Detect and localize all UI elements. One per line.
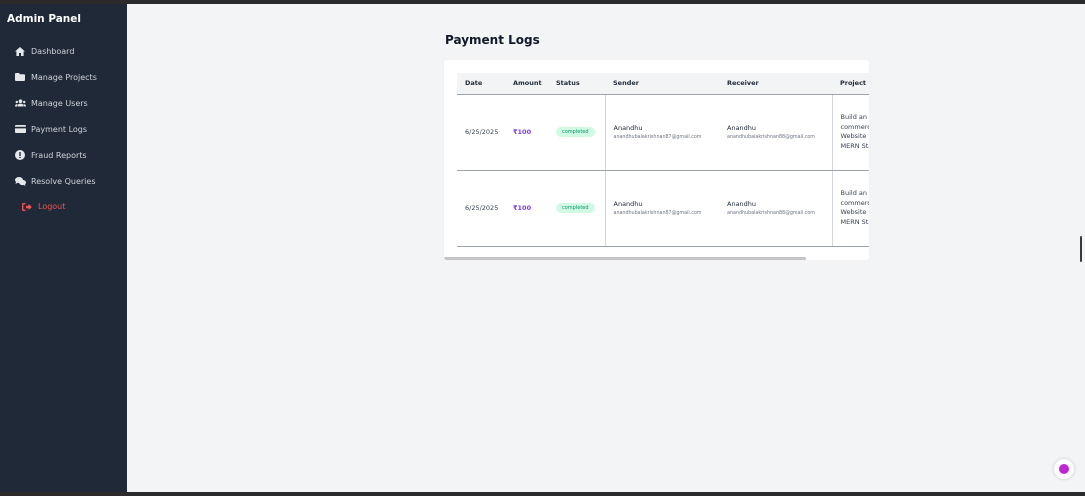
floating-assistant-button[interactable] <box>1054 459 1074 479</box>
logout-icon <box>22 202 32 211</box>
status-badge: completed <box>556 127 595 137</box>
sidebar-item-label: Dashboard <box>31 46 75 56</box>
logout-button[interactable]: Logout <box>22 202 65 211</box>
status-cell: completed <box>548 94 606 171</box>
receiver-name: Anandhu <box>727 124 757 132</box>
project-cell: Build an E commerce Website with MERN St… <box>832 94 870 171</box>
column-header-receiver[interactable]: Receiver <box>719 73 832 95</box>
credit-card-icon <box>14 124 26 134</box>
sidebar-item-label: Payment Logs <box>31 124 88 134</box>
sidebar: Admin Panel Dashboard Manage Projects Ma… <box>0 4 127 492</box>
sidebar-item-resolve-queries[interactable]: Resolve Queries <box>0 168 127 194</box>
receiver-email: anandhubalakrishnan88@gmail.com <box>727 135 815 140</box>
column-header-date[interactable]: Date <box>457 73 505 95</box>
receiver-name: Anandhu <box>727 200 757 208</box>
project-cell: Build an E commerce Website with MERN St… <box>832 170 870 247</box>
payment-logs-table: Date Amount Status Sender Receiver Proje… <box>457 73 869 247</box>
status-cell: completed <box>548 170 606 247</box>
sender-cell: Anandhu anandhubalakrishnan87@gmail.com <box>605 170 719 247</box>
project-name: Build an E commerce Website with MERN St… <box>840 189 870 226</box>
project-name: Build an E commerce Website with MERN St… <box>840 113 870 150</box>
sidebar-item-label: Manage Users <box>31 98 88 108</box>
horizontal-scrollbar[interactable] <box>444 257 806 260</box>
sidebar-item-label: Manage Projects <box>31 72 97 82</box>
folder-icon <box>14 72 26 82</box>
column-header-sender[interactable]: Sender <box>605 73 719 95</box>
vertical-scrollbar[interactable] <box>1080 236 1082 262</box>
status-badge: completed <box>556 203 595 213</box>
payment-logs-card: Date Amount Status Sender Receiver Proje… <box>444 60 869 260</box>
window-bottom-bar <box>0 492 1085 496</box>
right-gutter <box>1073 4 1085 492</box>
sidebar-item-payment-logs[interactable]: Payment Logs <box>0 116 127 142</box>
receiver-cell: Anandhu anandhubalakrishnan88@gmail.com <box>719 170 833 247</box>
amount-value: ₹100 <box>513 128 532 136</box>
sidebar-item-label: Fraud Reports <box>31 150 87 160</box>
column-header-project[interactable]: Project <box>832 73 869 95</box>
users-icon <box>14 98 26 108</box>
sender-name: Anandhu <box>613 124 643 132</box>
date-cell: 6/25/2025 <box>457 94 505 171</box>
amount-cell: ₹100 <box>505 170 548 247</box>
receiver-cell: Anandhu anandhubalakrishnan88@gmail.com <box>719 94 833 171</box>
sender-cell: Anandhu anandhubalakrishnan87@gmail.com <box>605 94 719 171</box>
table-row: 6/25/2025 ₹100 completed Anandhu anandhu… <box>457 94 870 171</box>
sidebar-nav: Dashboard Manage Projects Manage Users P… <box>0 38 127 194</box>
main-content: Payment Logs Date Amount Status Sender R… <box>127 4 1073 492</box>
home-icon <box>14 46 26 56</box>
table-scroll-container[interactable]: Date Amount Status Sender Receiver Proje… <box>457 73 869 247</box>
exclamation-circle-icon <box>14 150 26 160</box>
amount-cell: ₹100 <box>505 94 548 171</box>
sender-email: anandhubalakrishnan87@gmail.com <box>613 211 702 216</box>
logout-label: Logout <box>38 202 66 211</box>
sender-email: anandhubalakrishnan87@gmail.com <box>613 135 702 140</box>
table-row: 6/25/2025 ₹100 completed Anandhu anandhu… <box>457 170 870 247</box>
date-cell: 6/25/2025 <box>457 170 505 247</box>
amount-value: ₹100 <box>513 204 532 212</box>
column-header-status[interactable]: Status <box>548 73 605 95</box>
sidebar-item-manage-projects[interactable]: Manage Projects <box>0 64 127 90</box>
sidebar-item-label: Resolve Queries <box>31 176 96 186</box>
sidebar-item-fraud-reports[interactable]: Fraud Reports <box>0 142 127 168</box>
assistant-icon <box>1059 464 1069 474</box>
column-header-amount[interactable]: Amount <box>505 73 548 95</box>
page-title: Payment Logs <box>445 33 540 47</box>
sidebar-item-dashboard[interactable]: Dashboard <box>0 38 127 64</box>
table-header-row: Date Amount Status Sender Receiver Proje… <box>457 73 869 95</box>
sidebar-title: Admin Panel <box>7 13 82 25</box>
receiver-email: anandhubalakrishnan88@gmail.com <box>727 211 815 216</box>
sidebar-item-manage-users[interactable]: Manage Users <box>0 90 127 116</box>
chat-icon <box>14 176 26 186</box>
sender-name: Anandhu <box>613 200 643 208</box>
